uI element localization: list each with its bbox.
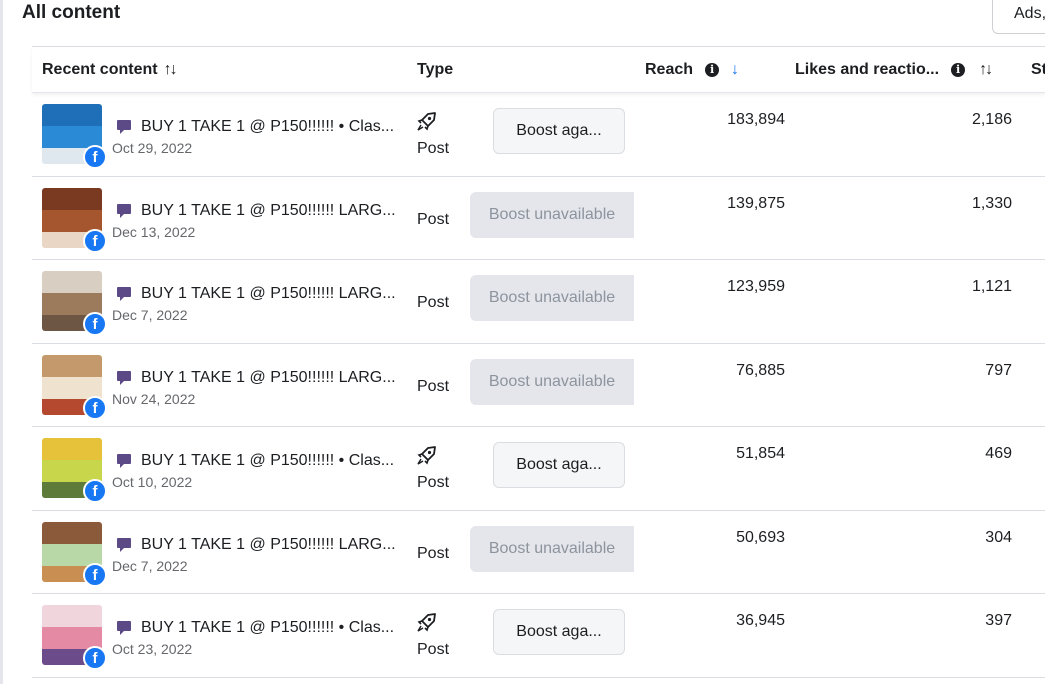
reach-value: 36,945 bbox=[736, 612, 785, 629]
boost-button: Boost unavailable bbox=[470, 525, 634, 572]
reach-value: 139,875 bbox=[727, 194, 785, 212]
boost-button: Boost unavailable bbox=[470, 191, 634, 238]
table-row[interactable]: f BUY 1 TAKE 1 @ P150!!!!!! • Clas... Oct … bbox=[32, 93, 1045, 177]
post-icon bbox=[117, 120, 131, 134]
column-type: Type bbox=[417, 47, 453, 92]
table-row[interactable]: f BUY 1 TAKE 1 @ P150!!!!!! LARG... Dec 13… bbox=[32, 177, 1045, 260]
facebook-icon: f bbox=[83, 646, 107, 670]
table-row[interactable]: f BUY 1 TAKE 1 @ P150!!!!!! LARG... Dec 7,… bbox=[32, 260, 1045, 344]
ads-button[interactable]: Ads, bbox=[992, 0, 1045, 34]
reach-value: 50,693 bbox=[736, 528, 785, 546]
likes-value: 304 bbox=[985, 528, 1012, 546]
type-label: Post bbox=[417, 641, 450, 658]
reach-value: 76,885 bbox=[736, 361, 785, 379]
likes-value: 1,330 bbox=[971, 194, 1012, 212]
table-header: Recent content ↑↓ Type Reach i ↓ Likes a… bbox=[32, 46, 1045, 93]
post-icon bbox=[117, 203, 131, 218]
post-title[interactable]: BUY 1 TAKE 1 @ P150!!!!!! • Clas... bbox=[141, 452, 394, 470]
table-row[interactable]: f BUY 1 TAKE 1 @ P150!!!!!! LARG... Dec 7,… bbox=[32, 511, 1045, 594]
post-icon bbox=[117, 370, 131, 385]
table-row[interactable]: f BUY 1 TAKE 1 @ P150!!!!!! • Clas... Oct … bbox=[32, 594, 1045, 678]
type-label: Post bbox=[417, 140, 450, 157]
table-row[interactable]: f BUY 1 TAKE 1 @ P150!!!!!! • Clas... Oct … bbox=[32, 427, 1045, 511]
post-icon bbox=[117, 537, 131, 552]
type-label: Post bbox=[417, 474, 450, 491]
column-likes-label: Likes and reactio... bbox=[795, 60, 940, 78]
post-date: Dec 7, 2022 bbox=[112, 557, 188, 574]
facebook-icon: f bbox=[83, 312, 107, 336]
post-title[interactable]: BUY 1 TAKE 1 @ P150!!!!!! LARG... bbox=[141, 285, 396, 303]
table-body: f BUY 1 TAKE 1 @ P150!!!!!! • Clas... Oct … bbox=[32, 93, 1045, 678]
likes-value: 2,186 bbox=[971, 111, 1012, 128]
likes-value: 469 bbox=[985, 445, 1012, 462]
column-reach[interactable]: Reach i ↓ bbox=[645, 47, 739, 92]
type-label: Post bbox=[417, 377, 450, 395]
sort-icon[interactable]: ↑↓ bbox=[164, 61, 178, 79]
table-row[interactable]: f BUY 1 TAKE 1 @ P150!!!!!! LARG... Nov 24… bbox=[32, 344, 1045, 427]
column-reach-label: Reach bbox=[645, 60, 694, 78]
post-title[interactable]: BUY 1 TAKE 1 @ P150!!!!!! LARG... bbox=[141, 369, 396, 387]
page-title: All content bbox=[22, 2, 121, 23]
facebook-icon: f bbox=[83, 562, 107, 587]
post-title[interactable]: BUY 1 TAKE 1 @ P150!!!!!! • Clas... bbox=[141, 118, 394, 136]
likes-value: 397 bbox=[985, 612, 1012, 629]
rocket-icon bbox=[417, 112, 436, 131]
facebook-icon: f bbox=[83, 228, 107, 253]
left-border bbox=[0, 0, 3, 684]
rocket-icon bbox=[417, 613, 436, 632]
post-icon bbox=[117, 621, 131, 635]
post-date: Oct 29, 2022 bbox=[112, 140, 193, 156]
boost-button[interactable]: Boost aga... bbox=[493, 442, 625, 488]
post-title[interactable]: BUY 1 TAKE 1 @ P150!!!!!! LARG... bbox=[141, 536, 396, 554]
post-date: Nov 24, 2022 bbox=[112, 390, 196, 407]
facebook-icon: f bbox=[83, 479, 107, 503]
column-likes[interactable]: Likes and reactio... i ↑↓ bbox=[795, 47, 993, 92]
post-title[interactable]: BUY 1 TAKE 1 @ P150!!!!!! LARG... bbox=[141, 202, 396, 220]
boost-button: Boost unavailable bbox=[470, 275, 634, 321]
sort-icon[interactable]: ↑↓ bbox=[979, 61, 993, 79]
info-icon[interactable]: i bbox=[705, 62, 720, 77]
reach-value: 123,959 bbox=[727, 278, 785, 295]
column-next[interactable]: St bbox=[1031, 47, 1045, 92]
column-type-label: Type bbox=[417, 60, 454, 78]
type-label: Post bbox=[417, 210, 450, 228]
boost-button[interactable]: Boost aga... bbox=[493, 609, 625, 655]
column-recent-content[interactable]: Recent content ↑↓ bbox=[42, 47, 178, 92]
reach-value: 183,894 bbox=[727, 111, 785, 128]
type-label: Post bbox=[417, 544, 450, 562]
facebook-icon: f bbox=[83, 395, 107, 420]
post-date: Oct 10, 2022 bbox=[112, 474, 193, 490]
content-table: Recent content ↑↓ Type Reach i ↓ Likes a… bbox=[32, 46, 1045, 678]
type-label: Post bbox=[417, 294, 450, 311]
facebook-icon: f bbox=[83, 145, 107, 169]
likes-value: 797 bbox=[985, 361, 1012, 379]
post-title[interactable]: BUY 1 TAKE 1 @ P150!!!!!! • Clas... bbox=[141, 619, 394, 637]
post-date: Oct 23, 2022 bbox=[112, 641, 193, 657]
reach-value: 51,854 bbox=[736, 445, 785, 462]
boost-button[interactable]: Boost aga... bbox=[493, 108, 625, 154]
boost-button: Boost unavailable bbox=[470, 358, 634, 405]
post-icon bbox=[117, 287, 131, 301]
post-date: Dec 7, 2022 bbox=[112, 307, 188, 323]
post-icon bbox=[117, 454, 131, 468]
likes-value: 1,121 bbox=[971, 278, 1012, 295]
sort-descending-icon[interactable]: ↓ bbox=[731, 61, 739, 79]
column-recent-label: Recent content bbox=[42, 60, 158, 78]
post-date: Dec 13, 2022 bbox=[112, 223, 196, 240]
rocket-icon bbox=[417, 446, 436, 465]
info-icon[interactable]: i bbox=[951, 62, 966, 77]
